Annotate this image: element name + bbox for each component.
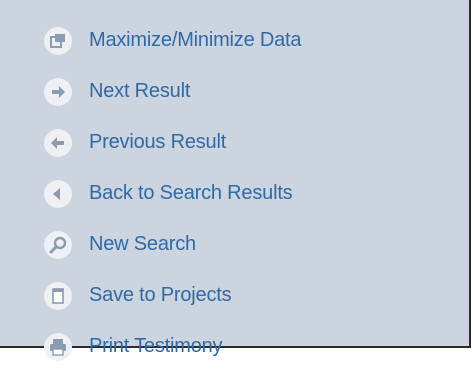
- result-actions-panel: Maximize/Minimize Data Next Result Previ…: [0, 0, 471, 361]
- maximize-minimize-data-link[interactable]: Maximize/Minimize Data: [44, 15, 302, 66]
- back-to-search-results-link[interactable]: Back to Search Results: [44, 168, 301, 219]
- save-to-projects-link[interactable]: Save to Projects: [44, 270, 301, 321]
- previous-result-label: Previous Result: [89, 131, 227, 153]
- print-testimony-label: Print Testimony: [89, 335, 223, 357]
- save-to-projects-label: Save to Projects: [89, 284, 232, 306]
- next-result-label: Next Result: [89, 80, 191, 102]
- back-triangle-icon: [44, 179, 72, 208]
- back-to-search-results-label: Back to Search Results: [89, 182, 293, 204]
- arrow-right-icon: [44, 77, 72, 106]
- maximize-minimize-data-label: Maximize/Minimize Data: [89, 29, 302, 51]
- printer-icon: [44, 332, 72, 361]
- next-result-link[interactable]: Next Result: [44, 66, 301, 117]
- new-search-link[interactable]: New Search: [44, 219, 301, 270]
- save-page-icon: [44, 281, 72, 310]
- result-actions-list: Maximize/Minimize Data Next Result Previ…: [44, 15, 302, 372]
- magnifier-icon: [44, 230, 72, 259]
- new-search-label: New Search: [89, 233, 196, 255]
- maximize-icon: [44, 26, 72, 55]
- print-testimony-link[interactable]: Print Testimony: [44, 321, 301, 372]
- previous-result-link[interactable]: Previous Result: [44, 117, 301, 168]
- arrow-left-icon: [44, 128, 72, 157]
